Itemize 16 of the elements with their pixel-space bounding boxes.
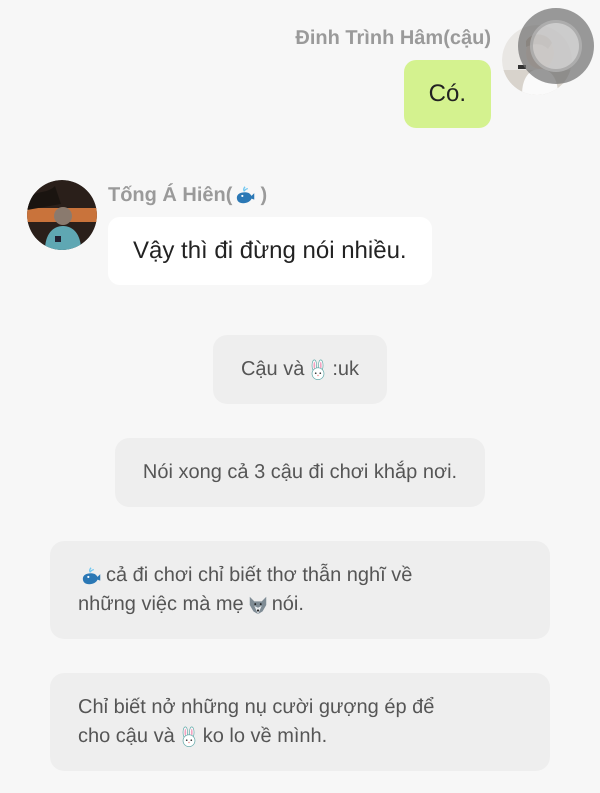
sender-name: ) — [260, 183, 268, 208]
message-text: Vậy thì đi đừng nói nhiều. — [133, 236, 407, 266]
narration-text: Nói xong cả 3 cậu đi chơi khắp nơi. — [142, 460, 458, 485]
whale-icon — [81, 564, 103, 586]
narration-text: cả đi chơi chỉ biết thơ thẫn nghĩ về — [106, 562, 412, 588]
narration-text: Cậu và — [240, 357, 304, 382]
narration-text: :uk — [332, 357, 360, 382]
narration-text: những việc mà mẹ — [78, 592, 244, 617]
sender-name: Tống Á Hiên( — [108, 182, 232, 208]
whale-icon — [235, 184, 258, 206]
narration-text: nói. — [272, 592, 304, 617]
message-text: Có. — [428, 79, 466, 109]
narration-text: ko lo về mình. — [202, 724, 328, 749]
narration-text: Chỉ biết nở những nụ cười gượng ép để — [78, 695, 434, 720]
sender-name: Đinh Trình Hâm(cậu) — [295, 27, 491, 49]
narration-text: cho cậu và — [78, 724, 175, 749]
